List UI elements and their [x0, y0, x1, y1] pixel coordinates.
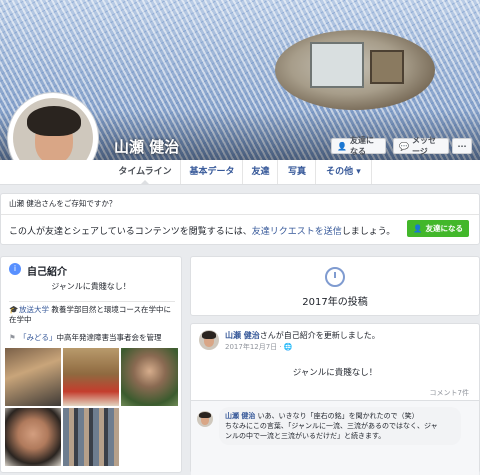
- page-row: ⚑ 「みどる」中高年発達障害当事者会を管理: [9, 333, 175, 343]
- add-friend-label: 友達になる: [349, 136, 374, 156]
- education-link[interactable]: 放送大学: [19, 305, 49, 314]
- more-button[interactable]: ···: [452, 138, 472, 154]
- body-prefix: この人が友達とシェアしているコンテンツを閲覧するには、: [9, 227, 252, 237]
- comment-line-1: いあ、いきなり「座右の銘」を聞かれたので（笑）: [255, 412, 419, 420]
- post-body: ジャンルに貴賤なし！: [292, 368, 378, 378]
- message-button[interactable]: 💬 メッセージ: [393, 136, 449, 156]
- photo-thumbnail[interactable]: [5, 408, 61, 466]
- page-text: 中高年発達障害当事者会を管理: [56, 333, 162, 342]
- tab-timeline[interactable]: タイムライン: [110, 160, 180, 185]
- intro-bio: ジャンルに貴賤なし！: [51, 282, 131, 291]
- tab-photos[interactable]: 写真: [277, 160, 316, 184]
- comment-count-link[interactable]: コメント7件: [430, 388, 469, 398]
- photo-thumbnail-empty: [121, 408, 178, 466]
- message-label: メッセージ: [411, 136, 436, 156]
- add-friend-icon: 👤: [337, 141, 347, 151]
- profile-tab-bar: タイムライン 基本データ 友達 写真 その他 ▾: [0, 160, 480, 185]
- year-heading: 2017年の投稿: [302, 297, 368, 308]
- comment-bubble: 山瀬 健治 いあ、いきなり「座右の銘」を聞かれたので（笑） ちなみにこの言葉、「…: [219, 407, 461, 445]
- photo-thumbnail[interactable]: [121, 348, 178, 406]
- post-header: 山瀬 健治さんが自己紹介を更新しました。: [225, 330, 380, 341]
- tab-more[interactable]: その他 ▾: [315, 160, 372, 184]
- education-row: 🎓放送大学 教養学部目然と環境コース在学中に在学中: [9, 305, 175, 325]
- comment-line-2: ちなみにこの言葉、「ジャンルに一流、三流があるのではなく、ジャ: [225, 422, 438, 430]
- cover-inset-photo: [275, 30, 435, 110]
- clock-icon: [325, 267, 345, 287]
- tab-friends[interactable]: 友達: [242, 160, 278, 184]
- comments-area: 山瀬 健治 いあ、いきなり「座右の銘」を聞かれたので（笑） ちなみにこの言葉、「…: [191, 400, 479, 475]
- do-you-know-body: この人が友達とシェアしているコンテンツを閲覧するには、友達リクエストを送信しまし…: [9, 224, 395, 237]
- page-link[interactable]: 「みどる」: [19, 333, 57, 342]
- add-friend-icon: 👤: [413, 224, 423, 233]
- comment-author-link[interactable]: 山瀬 健治: [225, 412, 255, 420]
- comment-author-avatar[interactable]: [197, 411, 213, 427]
- flag-icon: ⚑: [9, 333, 16, 342]
- add-friend-green-button[interactable]: 👤 友達になる: [407, 220, 469, 237]
- post-author-avatar[interactable]: [199, 330, 219, 350]
- year-section: 2017年の投稿: [190, 256, 480, 316]
- intro-title: 自己紹介: [27, 267, 67, 278]
- post-author-link[interactable]: 山瀬 健治: [225, 331, 260, 340]
- send-friend-request-link[interactable]: 友達リクエストを送信: [252, 227, 342, 237]
- post-date[interactable]: 2017年12月7日 · 🌐: [225, 342, 293, 352]
- more-label: ···: [457, 141, 467, 151]
- profile-name[interactable]: 山瀬 健治: [114, 136, 179, 157]
- divider: [1, 214, 479, 215]
- info-icon: i: [9, 263, 21, 275]
- school-icon: 🎓: [9, 305, 19, 314]
- photo-thumbnail[interactable]: [63, 348, 119, 406]
- intro-panel: i 自己紹介 ジャンルに貴賤なし！ 🎓放送大学 教養学部目然と環境コース在学中に…: [0, 256, 182, 473]
- add-friend-button[interactable]: 👤 友達になる: [331, 136, 386, 156]
- tab-about[interactable]: 基本データ: [180, 160, 243, 184]
- do-you-know-question: 山瀬 健治さんをご存知ですか？: [9, 199, 117, 208]
- green-button-label: 友達になる: [425, 224, 464, 233]
- body-suffix: しましょう。: [341, 227, 396, 237]
- do-you-know-panel: 山瀬 健治さんをご存知ですか？ この人が友達とシェアしているコンテンツを閲覧する…: [0, 193, 480, 245]
- photo-thumbnail[interactable]: [5, 348, 61, 406]
- timeline-post: 山瀬 健治さんが自己紹介を更新しました。 2017年12月7日 · 🌐 ジャンル…: [190, 323, 480, 475]
- post-action: さんが自己紹介を更新しました。: [259, 331, 380, 340]
- photo-thumbnail[interactable]: [63, 408, 119, 466]
- divider: [9, 301, 175, 302]
- messenger-icon: 💬: [399, 141, 409, 151]
- comment-line-3: ンルの中で一流と三流がいるだけだ」と続きます。: [225, 432, 386, 440]
